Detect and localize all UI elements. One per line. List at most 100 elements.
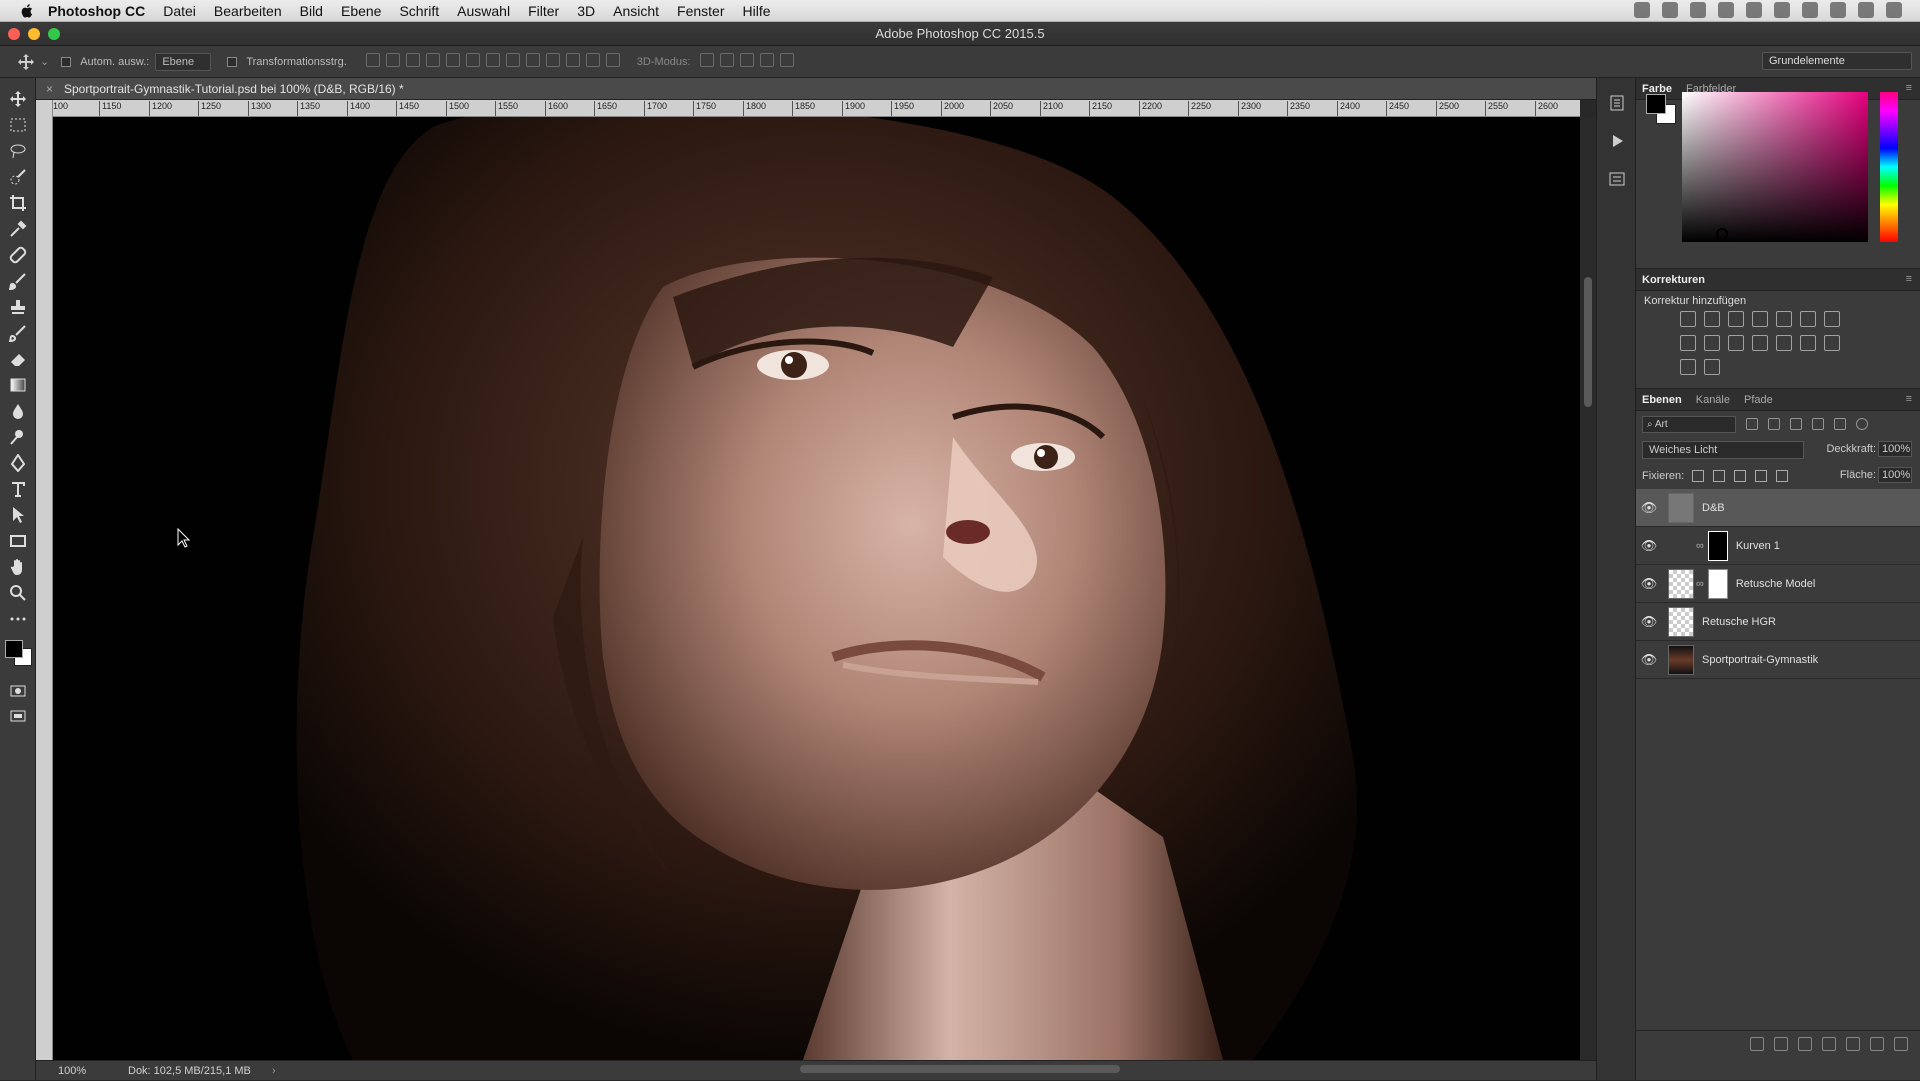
layer-row[interactable]: 👁 Sportportrait-Gymnastik [1636, 641, 1920, 679]
rectangle-tool[interactable] [0, 528, 36, 554]
lock-artboard-icon[interactable] [1755, 470, 1768, 482]
eye-icon[interactable]: 👁 [1636, 538, 1662, 554]
hand-tool[interactable] [0, 554, 36, 580]
layer-row[interactable]: 👁 ∞ Kurven 1 [1636, 527, 1920, 565]
gradient-tool[interactable] [0, 372, 36, 398]
spotlight-icon[interactable] [1858, 2, 1874, 18]
clone-stamp-tool[interactable] [0, 294, 36, 320]
channel-mixer-icon[interactable] [1728, 335, 1744, 351]
color-balance-icon[interactable] [1824, 311, 1840, 327]
link-layers-icon[interactable] [1750, 1036, 1764, 1051]
zoom-window-button[interactable] [48, 28, 60, 40]
posterize-icon[interactable] [1800, 335, 1816, 351]
vibrance-icon[interactable] [1776, 311, 1792, 327]
vertical-ruler[interactable] [36, 100, 53, 1060]
type-tool[interactable] [0, 476, 36, 502]
tab-kanaele[interactable]: Kanäle [1696, 394, 1730, 406]
foreground-color-chip[interactable] [1646, 94, 1666, 114]
new-adjustment-icon[interactable] [1822, 1036, 1836, 1051]
eye-icon[interactable]: 👁 [1636, 500, 1662, 516]
notification-center-icon[interactable] [1886, 2, 1902, 18]
pen-tool[interactable] [0, 450, 36, 476]
layer-row[interactable]: 👁 ∞ Retusche Model [1636, 565, 1920, 603]
3d-rotate-icon[interactable] [699, 53, 714, 67]
quick-mask-button[interactable] [0, 678, 36, 704]
black-white-icon[interactable] [1680, 335, 1696, 351]
align-vcenter-icon[interactable] [385, 53, 400, 67]
horizontal-scrollbar[interactable] [800, 1065, 1120, 1073]
status-menu-chevron-icon[interactable]: › [272, 1061, 276, 1081]
layer-mask-thumbnail[interactable] [1707, 568, 1728, 599]
filter-toggle-icon[interactable] [1856, 418, 1868, 430]
curves-icon[interactable] [1728, 311, 1744, 327]
properties-panel-button[interactable] [1597, 160, 1637, 198]
eraser-tool[interactable] [0, 346, 36, 372]
lock-transparency-icon[interactable] [1692, 470, 1705, 482]
panel-menu-icon[interactable]: ≡ [1906, 393, 1912, 405]
eye-icon[interactable]: 👁 [1636, 576, 1662, 592]
new-layer-icon[interactable] [1870, 1036, 1884, 1051]
3d-slide-icon[interactable] [759, 53, 774, 67]
auto-select-checkbox[interactable] [61, 56, 72, 67]
path-selection-tool[interactable] [0, 502, 36, 528]
marquee-tool[interactable] [0, 112, 36, 138]
layer-row[interactable]: 👁 Retusche HGR [1636, 603, 1920, 641]
fx-icon[interactable] [1774, 1036, 1788, 1051]
blur-tool[interactable] [0, 398, 36, 424]
menu-3d[interactable]: 3D [577, 3, 595, 19]
corrections-title[interactable]: Korrekturen [1642, 274, 1705, 286]
menu-schrift[interactable]: Schrift [399, 3, 439, 19]
color-field[interactable] [1682, 92, 1868, 242]
auto-select-dropdown[interactable]: Ebene [155, 52, 212, 71]
vertical-scrollbar[interactable] [1580, 117, 1596, 1060]
align-top-icon[interactable] [365, 53, 380, 67]
screen-mode-button[interactable] [0, 704, 36, 730]
document-canvas[interactable] [53, 117, 1580, 1060]
invert-icon[interactable] [1776, 335, 1792, 351]
horizontal-ruler[interactable]: 100 1150 1200 1250 1300 1350 1400 1450 1500 1550 1… [46, 100, 1580, 117]
exposure-icon[interactable] [1752, 311, 1768, 327]
close-window-button[interactable] [8, 28, 20, 40]
document-info[interactable]: Dok: 102,5 MB/215,1 MB [128, 1061, 251, 1081]
bluetooth-icon[interactable] [1802, 2, 1818, 18]
wifi-icon[interactable] [1830, 2, 1846, 18]
move-tool[interactable] [0, 86, 36, 112]
tab-pfade[interactable]: Pfade [1744, 394, 1773, 406]
trash-icon[interactable] [1894, 1036, 1908, 1051]
menu-bild[interactable]: Bild [300, 3, 323, 19]
layer-mask-thumbnail[interactable] [1707, 530, 1728, 561]
tab-ebenen[interactable]: Ebenen [1642, 394, 1682, 406]
crop-tool[interactable] [0, 190, 36, 216]
menu-fenster[interactable]: Fenster [677, 3, 724, 19]
apple-icon[interactable] [20, 3, 36, 19]
color-picker-ring[interactable] [1716, 228, 1728, 240]
distribute-bottom-icon[interactable] [525, 53, 540, 67]
zoom-level[interactable]: 100% [58, 1061, 86, 1081]
photo-filter-icon[interactable] [1704, 335, 1720, 351]
time-machine-icon[interactable] [1774, 2, 1790, 18]
dropbox-icon[interactable] [1634, 2, 1650, 18]
align-bottom-icon[interactable] [405, 53, 420, 67]
panel-menu-icon[interactable]: ≡ [1906, 273, 1912, 285]
panel-menu-icon[interactable]: ≡ [1906, 82, 1912, 94]
menu-auswahl[interactable]: Auswahl [457, 3, 510, 19]
gradient-map-icon[interactable] [1704, 359, 1720, 375]
eye-icon[interactable]: 👁 [1636, 614, 1662, 630]
eyedropper-tool[interactable] [0, 216, 36, 242]
distribute-left-icon[interactable] [545, 53, 560, 67]
filter-shape-icon[interactable] [1812, 418, 1824, 430]
fill-field[interactable]: 100% [1878, 467, 1912, 483]
add-mask-icon[interactable] [1798, 1036, 1812, 1051]
close-tab-icon[interactable]: × [46, 78, 53, 100]
dodge-tool[interactable] [0, 424, 36, 450]
menu-hilfe[interactable]: Hilfe [743, 3, 771, 19]
filter-adjustment-icon[interactable] [1768, 418, 1780, 430]
menu-bearbeiten[interactable]: Bearbeiten [214, 3, 282, 19]
filter-type-icon[interactable] [1790, 418, 1802, 430]
3d-drag-icon[interactable] [739, 53, 754, 67]
foreground-color-swatch[interactable] [5, 640, 23, 658]
more-tools[interactable] [0, 606, 36, 632]
distribute-vcenter-icon[interactable] [505, 53, 520, 67]
transform-controls-checkbox[interactable] [227, 56, 238, 67]
scroll-thumb[interactable] [1584, 277, 1592, 407]
